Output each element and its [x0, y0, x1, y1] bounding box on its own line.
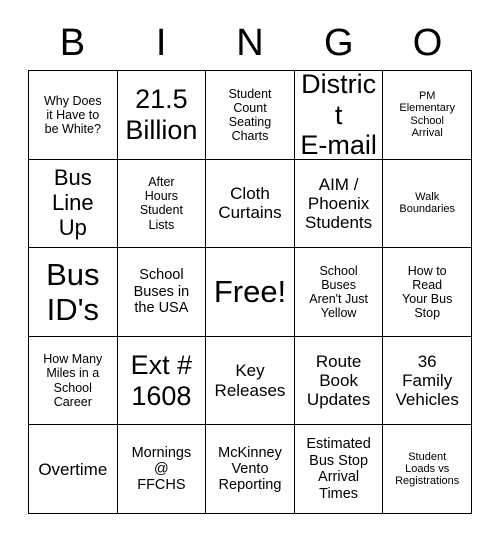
bingo-cell-text: Ext # 1608	[130, 350, 193, 411]
bingo-cell-b5[interactable]: Overtime	[29, 425, 118, 514]
bingo-cell-b1[interactable]: Why Does it Have to be White?	[29, 71, 118, 160]
bingo-header-letter-i: I	[155, 22, 167, 64]
bingo-cell-text: Estimated Bus Stop Arrival Times	[306, 436, 371, 502]
bingo-cell-o3[interactable]: How to Read Your Bus Stop	[383, 248, 472, 337]
bingo-cell-text: AIM / Phoenix Students	[305, 174, 373, 232]
bingo-cell-text: Mornings @ FFCHS	[131, 444, 192, 494]
bingo-cell-i1[interactable]: 21.5 Billion	[117, 71, 207, 160]
bingo-cell-o2[interactable]: Walk Boundaries	[383, 159, 472, 249]
bingo-card: B I N G O Why Does it Have to be White? …	[0, 0, 500, 544]
bingo-cell-g2[interactable]: AIM / Phoenix Students	[294, 159, 384, 249]
bingo-cell-text: After Hours Student Lists	[139, 175, 183, 232]
bingo-cell-text: Key Releases	[214, 361, 286, 400]
bingo-cell-text: PM Elementary School Arrival	[399, 89, 455, 140]
bingo-header-letter-n: N	[236, 22, 264, 64]
bingo-cell-i2[interactable]: After Hours Student Lists	[117, 159, 207, 249]
bingo-cell-o5[interactable]: Student Loads vs Registrations	[383, 425, 472, 514]
bingo-cell-g3[interactable]: School Buses Aren't Just Yellow	[294, 248, 384, 337]
bingo-cell-b4[interactable]: How Many Miles in a School Career	[29, 336, 118, 426]
bingo-cell-text: 36 Family Vehicles	[395, 351, 459, 410]
bingo-cell-text: How Many Miles in a School Career	[43, 352, 103, 409]
bingo-header-letter-o: O	[412, 22, 443, 64]
bingo-cell-b3[interactable]: Bus ID's	[29, 248, 118, 337]
bingo-cell-text: Student Loads vs Registrations	[395, 450, 460, 488]
bingo-cell-g1[interactable]: District E-mail	[294, 71, 384, 160]
bingo-grid: Why Does it Have to be White? 21.5 Billi…	[28, 70, 472, 514]
bingo-cell-text: Route Book Updates	[306, 351, 371, 410]
bingo-header-letter-g: G	[324, 22, 354, 64]
bingo-free-space-label: Free!	[213, 274, 287, 310]
bingo-cell-text: Bus Line Up	[52, 165, 94, 240]
bingo-cell-o1[interactable]: PM Elementary School Arrival	[383, 71, 472, 160]
bingo-cell-text: Bus ID's	[46, 256, 100, 327]
bingo-cell-i4[interactable]: Ext # 1608	[117, 336, 207, 426]
bingo-header: B I N G O	[28, 18, 472, 68]
bingo-cell-text: Overtime	[38, 459, 108, 479]
bingo-cell-text: How to Read Your Bus Stop	[402, 263, 453, 321]
bingo-cell-text: District E-mail	[300, 71, 377, 160]
bingo-cell-text: Student Count Seating Charts	[228, 86, 272, 143]
bingo-cell-n5[interactable]: McKinney Vento Reporting	[206, 425, 295, 514]
bingo-cell-b2[interactable]: Bus Line Up	[29, 159, 118, 249]
bingo-cell-text: Walk Boundaries	[399, 190, 456, 216]
bingo-cell-g4[interactable]: Route Book Updates	[294, 336, 384, 426]
bingo-cell-text: School Buses Aren't Just Yellow	[309, 263, 368, 321]
bingo-cell-i3[interactable]: School Buses in the USA	[117, 248, 207, 337]
bingo-header-letter-b: B	[59, 22, 86, 64]
bingo-cell-text: McKinney Vento Reporting	[218, 444, 282, 494]
bingo-cell-text: Cloth Curtains	[218, 184, 282, 223]
bingo-cell-n1[interactable]: Student Count Seating Charts	[206, 71, 295, 160]
bingo-cell-text: School Buses in the USA	[133, 267, 190, 317]
bingo-cell-text: 21.5 Billion	[125, 84, 198, 145]
bingo-cell-text: Why Does it Have to be White?	[43, 93, 102, 136]
bingo-cell-n2[interactable]: Cloth Curtains	[206, 159, 295, 249]
bingo-cell-free-space[interactable]: Free!	[206, 248, 295, 337]
bingo-cell-n4[interactable]: Key Releases	[206, 336, 295, 426]
bingo-cell-o4[interactable]: 36 Family Vehicles	[383, 336, 472, 426]
bingo-cell-i5[interactable]: Mornings @ FFCHS	[117, 425, 207, 514]
bingo-cell-g5[interactable]: Estimated Bus Stop Arrival Times	[294, 425, 384, 514]
